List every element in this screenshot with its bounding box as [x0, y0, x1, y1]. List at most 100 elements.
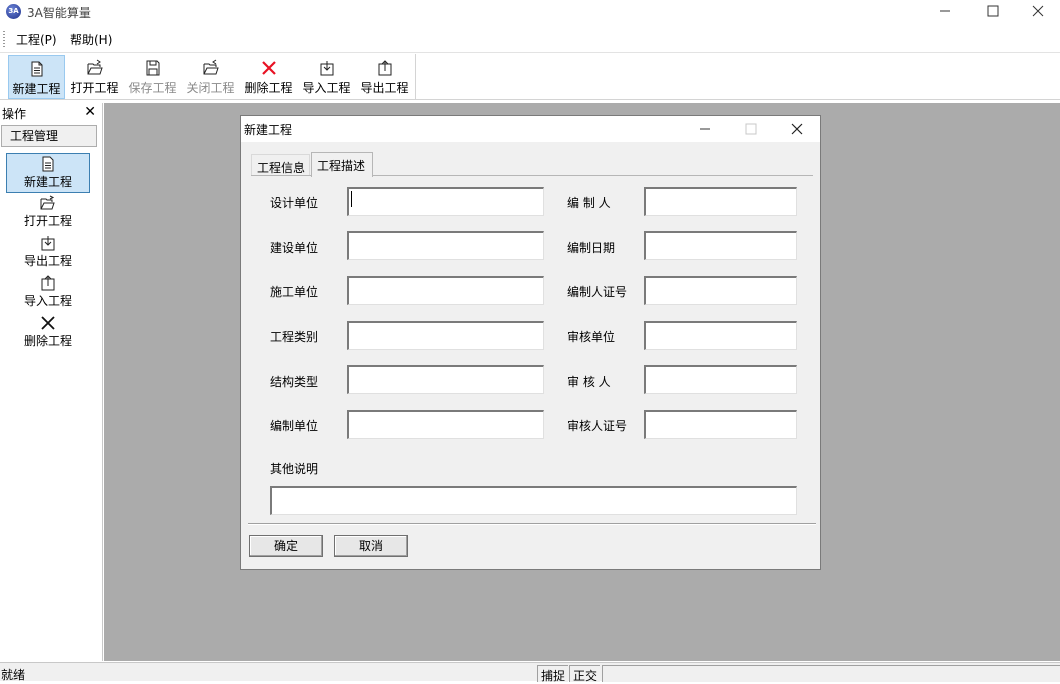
status-text: 就绪 — [1, 668, 26, 682]
nav-label: 删除工程 — [23, 334, 72, 348]
open-folder-icon — [40, 195, 55, 210]
open-project-button[interactable]: 打开工程 — [66, 55, 123, 99]
app-logo-icon: 3A — [6, 4, 21, 19]
export-icon — [41, 236, 55, 251]
close-window-button[interactable] — [1015, 0, 1060, 22]
compiling-unit-input[interactable] — [347, 410, 544, 439]
structure-type-input[interactable] — [347, 365, 544, 394]
open-project-label: 打开工程 — [70, 81, 119, 95]
ortho-indicator[interactable]: 正交 — [569, 665, 601, 683]
import-icon — [320, 61, 333, 76]
close-folder-icon — [203, 59, 219, 75]
status-panel — [602, 665, 1060, 682]
open-folder-icon — [87, 59, 103, 75]
export-project-button[interactable]: 导出工程 — [356, 55, 413, 99]
snap-indicator[interactable]: 捕捉 — [537, 665, 569, 683]
window-titlebar: 3A 3A智能算量 — [0, 0, 1060, 24]
panel-header: 操作 ✕ — [0, 103, 102, 123]
compiler-cert-input[interactable] — [644, 276, 797, 305]
save-project-label: 保存工程 — [128, 81, 177, 95]
reviewer-cert-input[interactable] — [644, 410, 797, 439]
maximize-icon — [745, 123, 757, 135]
save-project-button[interactable]: 保存工程 — [124, 55, 181, 99]
review-unit-input[interactable] — [644, 321, 797, 350]
label-compiler: 编 制 人 — [567, 196, 611, 210]
menu-help[interactable]: 帮助(H) — [70, 31, 112, 48]
export-icon — [378, 60, 391, 76]
import-icon — [41, 275, 55, 291]
other-notes-input[interactable] — [270, 486, 797, 515]
new-document-icon — [42, 156, 54, 172]
panel-title: 操作 — [2, 107, 27, 121]
window-title: 3A智能算量 — [27, 6, 91, 20]
label-construction-unit: 建设单位 — [270, 241, 319, 255]
delete-project-button[interactable]: 删除工程 — [240, 55, 297, 99]
label-compile-date: 编制日期 — [567, 241, 616, 255]
cancel-button[interactable]: 取消 — [334, 535, 408, 557]
delete-x-icon — [41, 316, 55, 330]
operations-panel: 操作 ✕ 工程管理 新建工程 打开工程 导出工程 导入工程 删除工程 — [0, 103, 103, 661]
label-other-notes: 其他说明 — [270, 462, 319, 476]
label-reviewer-cert: 审核人证号 — [567, 419, 628, 433]
minimize-button[interactable] — [922, 0, 968, 22]
close-project-button[interactable]: 关闭工程 — [182, 55, 239, 99]
nav-open-project[interactable]: 打开工程 — [6, 193, 90, 233]
maximize-button[interactable] — [970, 0, 1016, 22]
label-review-unit: 审核单位 — [567, 330, 616, 344]
construction-unit-input[interactable] — [347, 231, 544, 260]
nav-delete-project[interactable]: 删除工程 — [6, 313, 90, 353]
tab-project-info[interactable]: 工程信息 — [251, 154, 310, 176]
label-compiling-unit: 编制单位 — [270, 419, 319, 433]
export-project-label: 导出工程 — [360, 81, 409, 95]
close-icon — [791, 123, 803, 135]
design-unit-input[interactable] — [347, 187, 544, 216]
label-builder-unit: 施工单位 — [270, 285, 319, 299]
label-reviewer: 审 核 人 — [567, 375, 611, 389]
dialog-separator — [248, 523, 816, 525]
maximize-icon — [987, 5, 999, 17]
delete-project-label: 删除工程 — [244, 81, 293, 95]
compiler-input[interactable] — [644, 187, 797, 216]
label-project-category: 工程类别 — [270, 330, 319, 344]
new-project-label: 新建工程 — [12, 82, 61, 96]
builder-unit-input[interactable] — [347, 276, 544, 305]
new-document-icon — [31, 61, 42, 77]
minimize-icon — [940, 10, 950, 12]
save-disk-icon — [146, 60, 159, 76]
import-project-button[interactable]: 导入工程 — [298, 55, 355, 99]
close-project-label: 关闭工程 — [186, 81, 235, 95]
status-bar: 就绪 捕捉 正交 — [0, 662, 1060, 683]
menu-project[interactable]: 工程(P) — [16, 31, 57, 48]
compile-date-input[interactable] — [644, 231, 797, 260]
delete-x-icon — [261, 61, 276, 75]
reviewer-input[interactable] — [644, 365, 797, 394]
dialog-minimize-button[interactable] — [683, 118, 727, 140]
toolbar: 新建工程 打开工程 保存工程 关闭工程 删除工程 导入工程 导出工程 — [0, 52, 1060, 100]
nav-label: 打开工程 — [23, 214, 72, 228]
menu-grip[interactable] — [3, 31, 5, 47]
nav-label: 导出工程 — [23, 254, 72, 268]
project-category-input[interactable] — [347, 321, 544, 350]
close-icon — [1032, 5, 1044, 17]
dialog-titlebar: 新建工程 — [241, 116, 820, 142]
nav-new-project[interactable]: 新建工程 — [6, 153, 90, 193]
nav-label: 新建工程 — [23, 175, 72, 189]
label-design-unit: 设计单位 — [270, 196, 319, 210]
label-structure-type: 结构类型 — [270, 375, 319, 389]
dialog-close-button[interactable] — [775, 118, 819, 140]
import-project-label: 导入工程 — [302, 81, 351, 95]
dialog-title: 新建工程 — [244, 123, 293, 137]
menu-bar: 工程(P) 帮助(H) — [0, 28, 1060, 50]
panel-close-button[interactable]: ✕ — [84, 104, 96, 120]
nav-import-project[interactable]: 导入工程 — [6, 273, 90, 313]
nav-label: 导入工程 — [23, 294, 72, 308]
tab-project-description[interactable]: 工程描述 — [311, 152, 373, 177]
new-project-button[interactable]: 新建工程 — [8, 55, 65, 99]
ok-button[interactable]: 确定 — [249, 535, 323, 557]
minimize-icon — [700, 128, 710, 130]
dialog-maximize-button — [729, 118, 773, 140]
text-caret — [351, 191, 352, 207]
label-compiler-cert: 编制人证号 — [567, 285, 628, 299]
nav-export-project[interactable]: 导出工程 — [6, 233, 90, 273]
tab-project-management[interactable]: 工程管理 — [1, 125, 97, 147]
